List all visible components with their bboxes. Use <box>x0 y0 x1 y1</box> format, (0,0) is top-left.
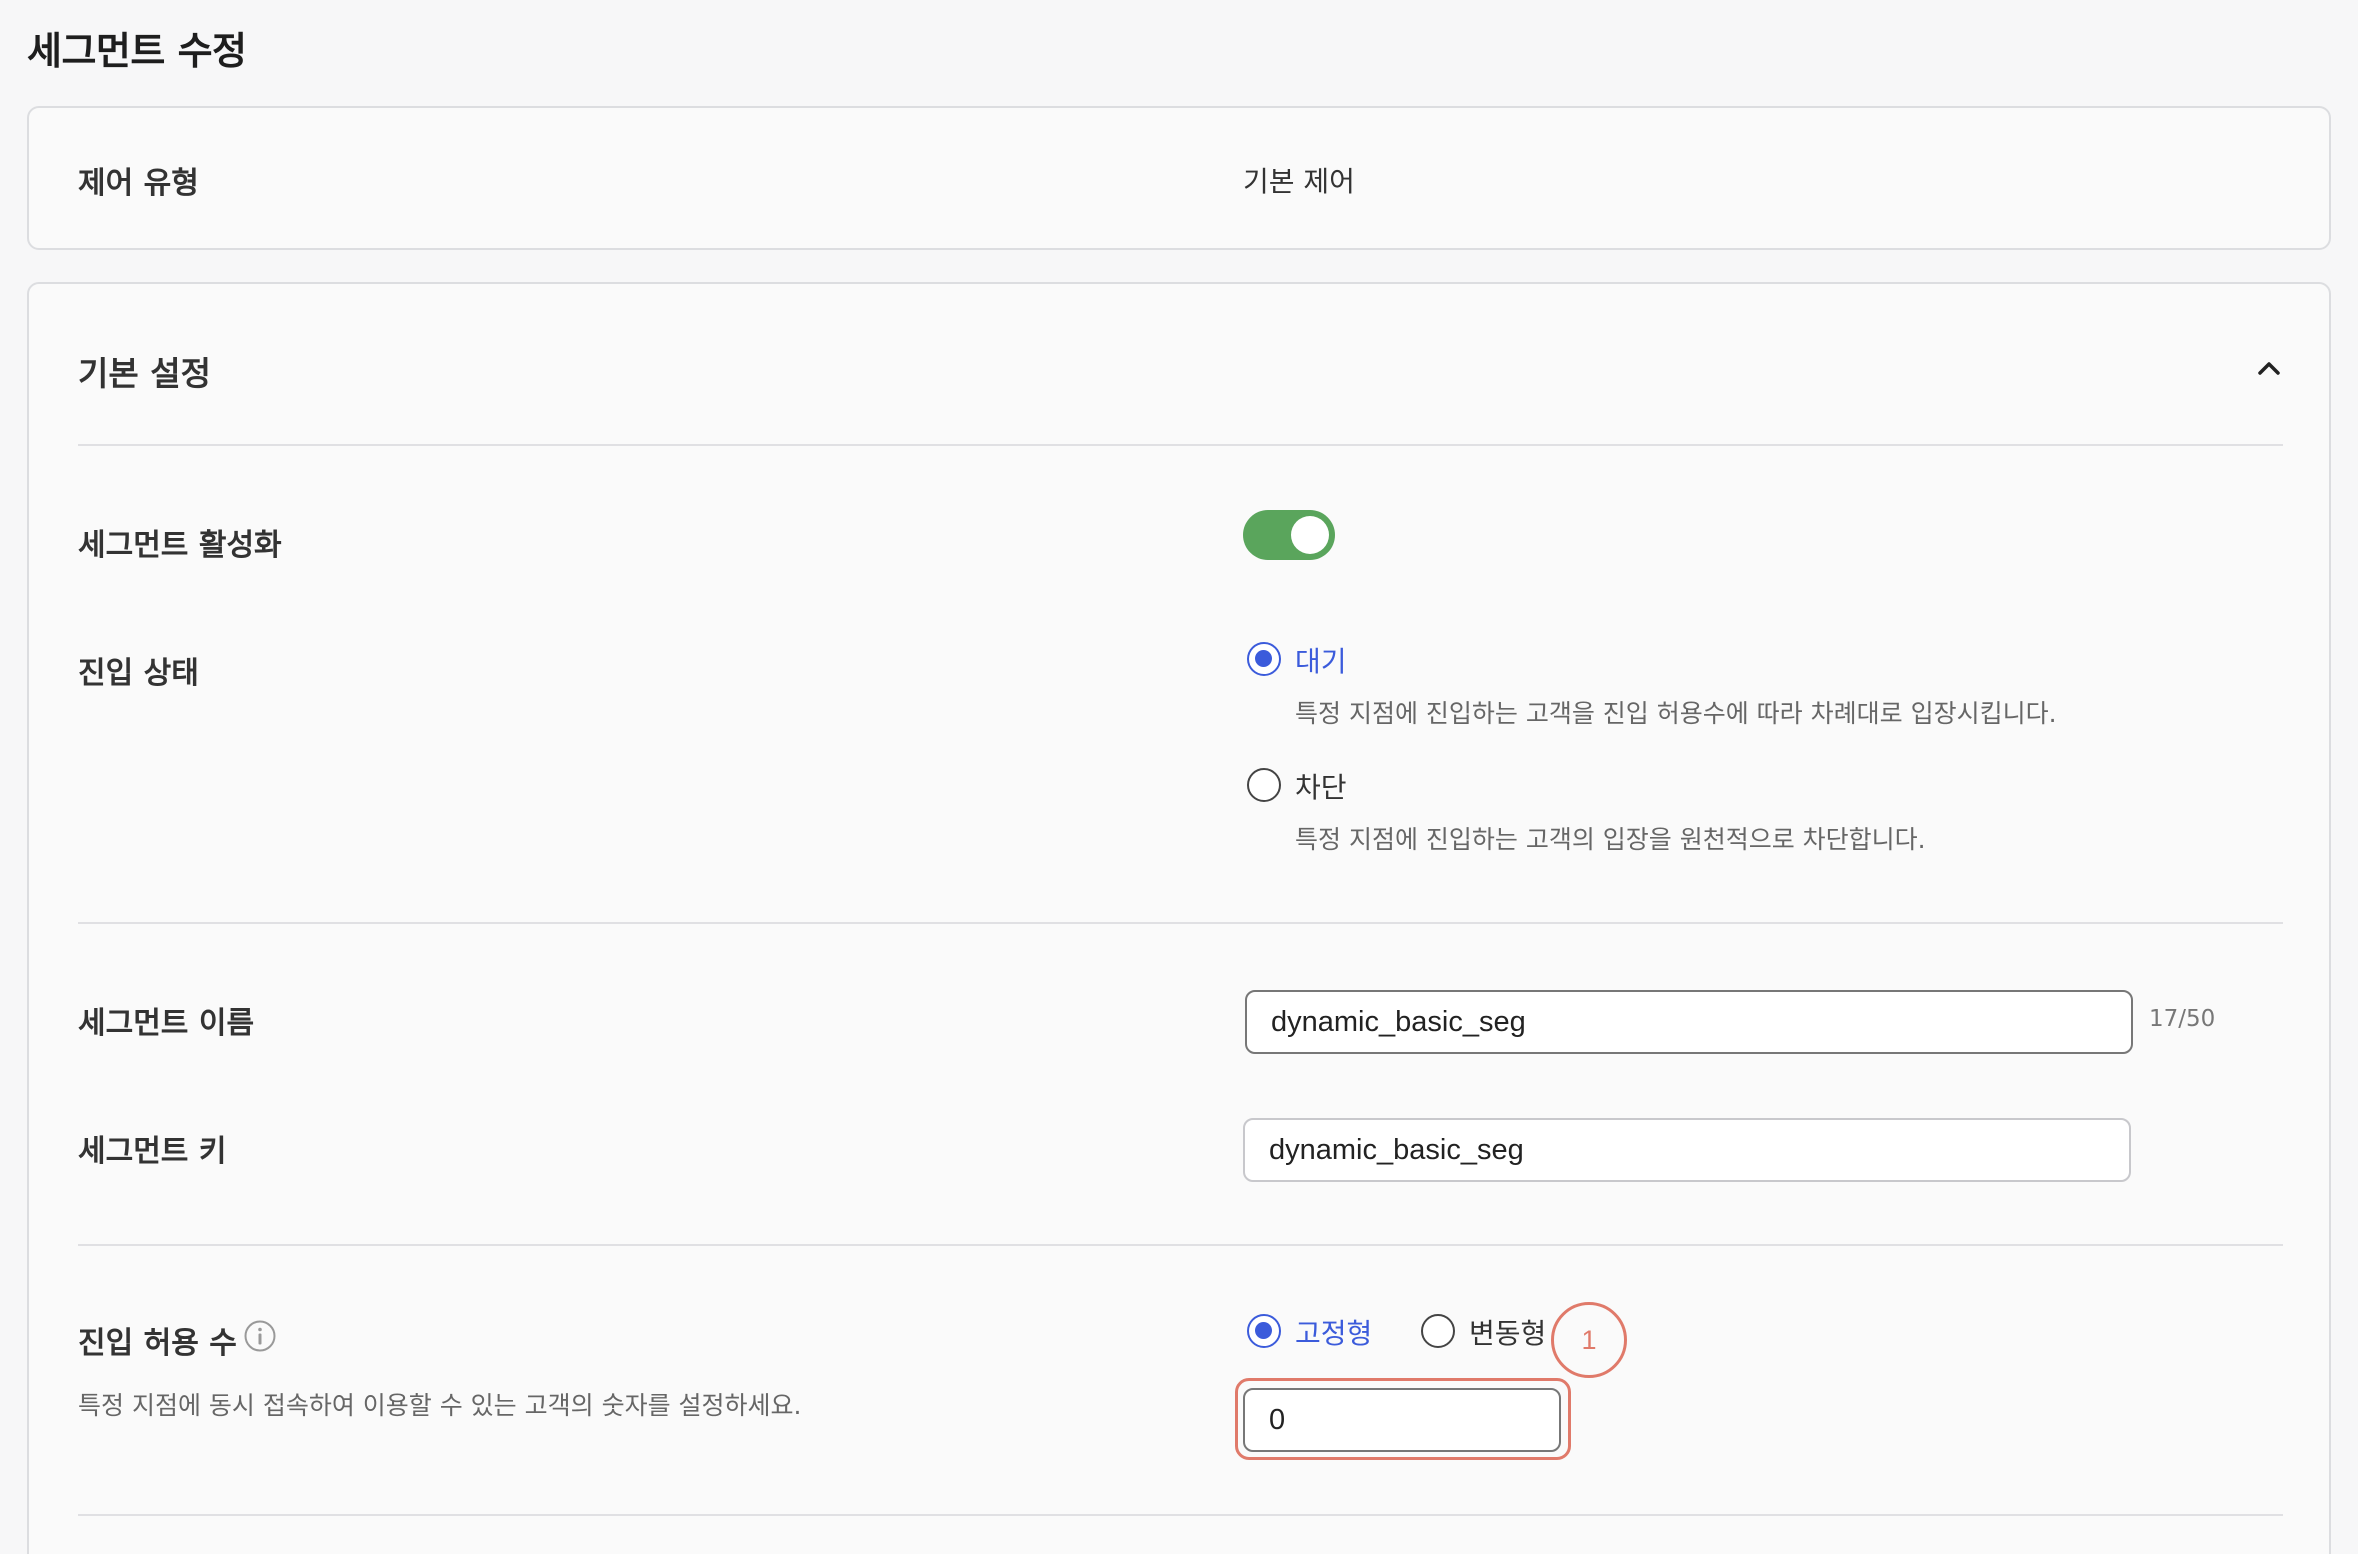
entry-limit-helper: 특정 지점에 동시 접속하여 이용할 수 있는 고객의 숫자를 설정하세요. <box>78 1391 802 1420</box>
divider <box>78 922 2283 924</box>
page-title: 세그먼트 수정 <box>27 29 247 73</box>
activation-toggle[interactable] <box>1243 510 1335 560</box>
activation-label: 세그먼트 활성화 <box>78 528 282 563</box>
toggle-knob <box>1291 516 1329 554</box>
segment-key-label: 세그먼트 키 <box>78 1134 227 1169</box>
entry-limit-label: 진입 허용 수 <box>78 1326 237 1361</box>
radio-variable[interactable] <box>1421 1314 1455 1348</box>
page: 세그먼트 수정 제어 유형 기본 제어 기본 설정 세그먼트 활성화 진입 상태… <box>0 0 2358 1554</box>
divider <box>78 1514 2283 1516</box>
control-type-card: 제어 유형 기본 제어 <box>27 106 2331 250</box>
radio-wait[interactable] <box>1247 642 1281 676</box>
segment-name-counter: 17/50 <box>2149 1006 2216 1032</box>
control-type-value: 기본 제어 <box>1243 165 1355 198</box>
radio-fixed[interactable] <box>1247 1314 1281 1348</box>
chevron-up-icon[interactable] <box>2251 350 2287 386</box>
entry-status-label: 진입 상태 <box>78 656 199 691</box>
annotation-highlight <box>1235 1378 1571 1460</box>
section-title: 기본 설정 <box>78 354 211 393</box>
divider <box>78 1244 2283 1246</box>
radio-block-label[interactable]: 차단 <box>1295 766 1347 806</box>
radio-fixed-label[interactable]: 고정형 <box>1295 1312 1372 1352</box>
annotation-badge: 1 <box>1551 1302 1627 1378</box>
radio-block-desc: 특정 지점에 진입하는 고객의 입장을 원천적으로 차단합니다. <box>1295 825 1926 854</box>
radio-wait-desc: 특정 지점에 진입하는 고객을 진입 허용수에 따라 차례대로 입장시킵니다. <box>1295 699 2057 728</box>
segment-name-input[interactable] <box>1245 990 2133 1054</box>
segment-key-input[interactable] <box>1243 1118 2131 1182</box>
divider <box>78 444 2283 446</box>
info-icon[interactable] <box>243 1319 277 1353</box>
radio-block[interactable] <box>1247 768 1281 802</box>
basic-settings-card: 기본 설정 세그먼트 활성화 진입 상태 대기 특정 지점에 진입하는 고객을 … <box>27 282 2331 1554</box>
radio-wait-label[interactable]: 대기 <box>1295 640 1347 680</box>
control-type-label: 제어 유형 <box>78 166 199 201</box>
segment-name-label: 세그먼트 이름 <box>78 1006 255 1041</box>
radio-variable-label[interactable]: 변동형 <box>1469 1312 1546 1352</box>
